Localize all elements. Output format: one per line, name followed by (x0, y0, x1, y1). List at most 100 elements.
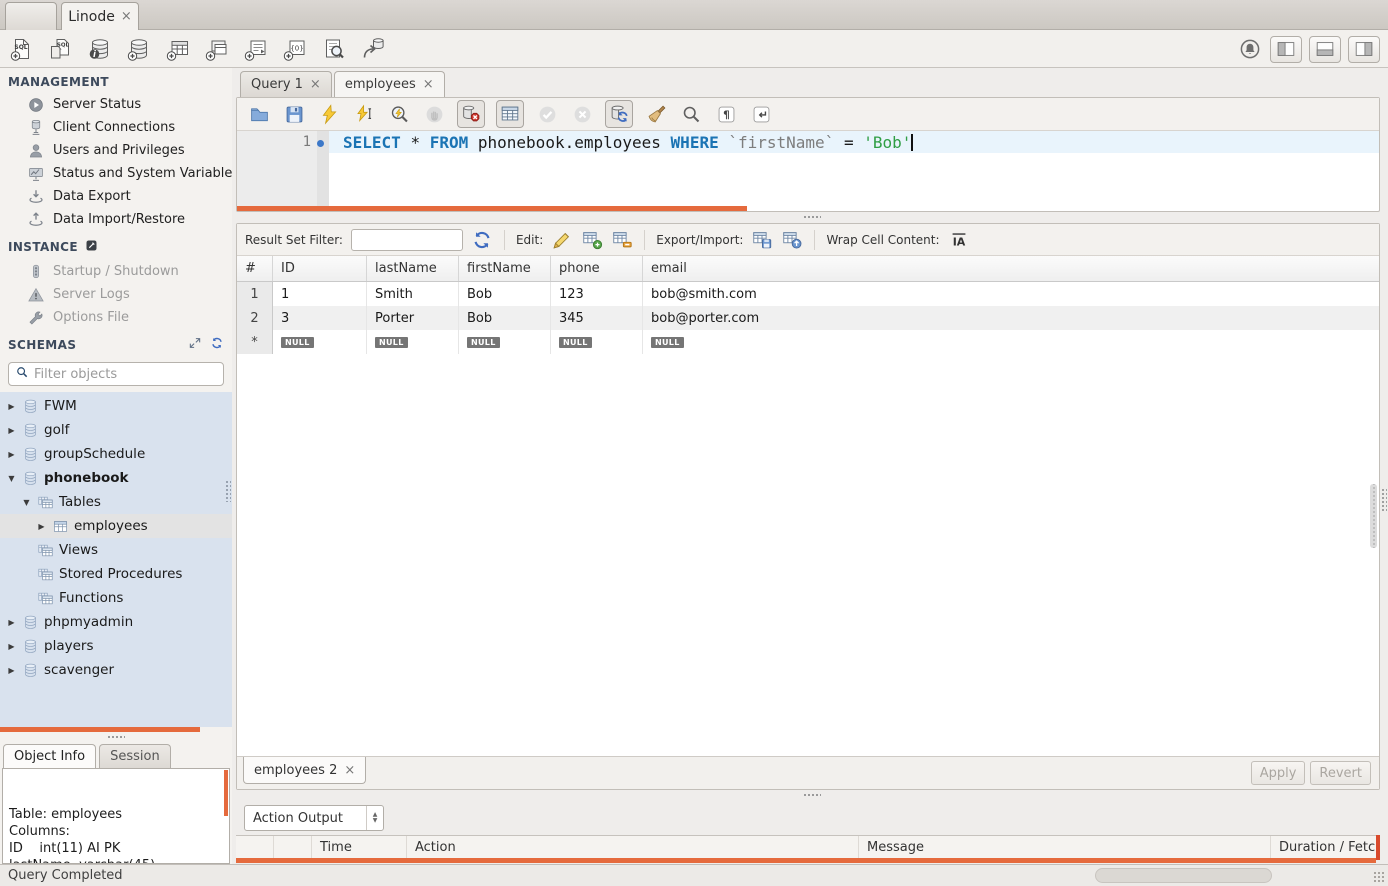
table-cell[interactable]: Smith (367, 282, 459, 306)
tree-arrow-icon[interactable]: ▶ (6, 450, 17, 459)
toggle-stop-on-error-icon[interactable] (457, 100, 485, 128)
sidebar-item-status-and-system-variables[interactable]: Status and System Variables (0, 162, 232, 185)
tab-employees[interactable]: employees × (334, 71, 445, 97)
inspect-database-icon[interactable]: i (87, 36, 113, 62)
tree-arrow-icon[interactable]: ▶ (36, 522, 47, 531)
table-cell[interactable]: 123 (551, 282, 643, 306)
connection-tab[interactable]: Linode × (61, 2, 139, 30)
new-query-tab-icon[interactable]: SQL (9, 36, 35, 62)
toggle-autocommit-icon[interactable] (605, 100, 633, 128)
output-selector[interactable]: Action Output ▲▼ (244, 805, 384, 831)
open-script-icon[interactable] (247, 102, 271, 126)
create-procedure-icon[interactable] (243, 36, 269, 62)
close-icon[interactable]: × (310, 77, 321, 92)
table-cell[interactable]: NULL (459, 330, 551, 354)
column-header-email[interactable]: email (643, 256, 1379, 281)
output-vertical-scrollbar[interactable] (1376, 835, 1380, 860)
open-sql-script-icon[interactable]: SQL (48, 36, 74, 62)
tree-arrow-icon[interactable]: ▶ (6, 426, 17, 435)
tree-item-fwm[interactable]: ▶FWM (0, 394, 232, 418)
sidebar-item-server-status[interactable]: Server Status (0, 93, 232, 116)
output-column-message[interactable]: Message (859, 836, 1271, 858)
sidebar-splitter-grip[interactable] (225, 480, 231, 502)
output-horizontal-scrollbar[interactable] (236, 858, 1376, 863)
editor-horizontal-scrollbar[interactable] (237, 206, 747, 211)
sidebar-item-data-import-restore[interactable]: Data Import/Restore (0, 208, 232, 231)
column-header-phone[interactable]: phone (551, 256, 643, 281)
sql-editor[interactable]: 1 SELECT * FROM phonebook.employees WHER… (237, 131, 1379, 211)
result-filter-input[interactable] (351, 229, 463, 251)
table-cell[interactable]: NULL (643, 330, 1379, 354)
table-cell[interactable]: 345 (551, 306, 643, 330)
output-column-action[interactable]: Action (407, 836, 859, 858)
output-column-blank[interactable] (236, 836, 274, 858)
toggle-wrap-icon[interactable] (749, 102, 773, 126)
table-cell[interactable]: 3 (273, 306, 367, 330)
sync-server-icon[interactable] (360, 36, 386, 62)
table-cell[interactable]: bob@porter.com (643, 306, 1379, 330)
toggle-bottom-panel-icon[interactable] (1309, 36, 1341, 63)
tree-arrow-icon[interactable]: ▼ (6, 474, 17, 483)
sidebar-item-data-export[interactable]: Data Export (0, 185, 232, 208)
execute-current-icon[interactable] (352, 102, 376, 126)
tab-session[interactable]: Session (99, 744, 171, 768)
expand-schemas-icon[interactable] (188, 336, 202, 353)
tree-item-employees[interactable]: ▶employees (0, 514, 232, 538)
show-invisibles-icon[interactable]: ¶ (714, 102, 738, 126)
tree-item-phonebook[interactable]: ▼phonebook (0, 466, 232, 490)
delete-row-icon[interactable] (611, 229, 633, 251)
sidebar-item-users-and-privileges[interactable]: Users and Privileges (0, 139, 232, 162)
tree-item-functions[interactable]: Functions (0, 586, 232, 610)
resize-grip-icon[interactable] (1373, 871, 1385, 883)
tree-arrow-icon[interactable]: ▶ (6, 618, 17, 627)
refresh-results-icon[interactable] (471, 229, 493, 251)
tree-arrow-icon[interactable]: ▶ (6, 402, 17, 411)
execute-icon[interactable] (317, 102, 341, 126)
add-row-icon[interactable] (581, 229, 603, 251)
result-vertical-scrollbar[interactable] (1370, 484, 1377, 548)
limit-rows-icon[interactable] (496, 100, 524, 128)
find-icon[interactable] (679, 102, 703, 126)
sidebar-item-client-connections[interactable]: Client Connections (0, 116, 232, 139)
output-column-blank[interactable] (274, 836, 312, 858)
tree-arrow-icon[interactable]: ▼ (21, 498, 32, 507)
tree-item-groupschedule[interactable]: ▶groupSchedule (0, 442, 232, 466)
editor-result-splitter[interactable] (236, 212, 1388, 223)
column-header-firstName[interactable]: firstName (459, 256, 551, 281)
table-cell[interactable]: 1 (273, 282, 367, 306)
tree-arrow-icon[interactable]: ▶ (6, 642, 17, 651)
right-panel-splitter-grip[interactable] (1381, 488, 1387, 512)
column-header-num[interactable]: # (237, 256, 273, 281)
home-tab[interactable] (5, 2, 57, 30)
object-info-scrollbar[interactable] (224, 770, 228, 816)
table-cell[interactable]: NULL (551, 330, 643, 354)
table-cell[interactable]: NULL (273, 330, 367, 354)
import-records-icon[interactable] (781, 229, 803, 251)
schema-filter-input[interactable] (34, 367, 217, 382)
edit-row-icon[interactable] (551, 229, 573, 251)
tab-query-1[interactable]: Query 1 × (240, 71, 332, 97)
toggle-right-panel-icon[interactable] (1348, 36, 1380, 63)
create-function-icon[interactable]: {0} (282, 36, 308, 62)
table-cell[interactable]: bob@smith.com (643, 282, 1379, 306)
create-schema-icon[interactable] (126, 36, 152, 62)
export-recordset-icon[interactable] (751, 229, 773, 251)
toggle-left-panel-icon[interactable] (1270, 36, 1302, 63)
tree-item-scavenger[interactable]: ▶scavenger (0, 658, 232, 682)
tree-item-tables[interactable]: ▼Tables (0, 490, 232, 514)
column-header-ID[interactable]: ID (273, 256, 367, 281)
column-header-lastName[interactable]: lastName (367, 256, 459, 281)
tree-item-phpmyadmin[interactable]: ▶phpmyadmin (0, 610, 232, 634)
tree-item-players[interactable]: ▶players (0, 634, 232, 658)
close-icon[interactable]: × (423, 77, 434, 92)
output-column-duration-fetch[interactable]: Duration / Fetch (1271, 836, 1380, 858)
save-script-icon[interactable] (282, 102, 306, 126)
beautify-icon[interactable] (644, 102, 668, 126)
close-icon[interactable]: × (344, 763, 355, 778)
explain-icon[interactable] (387, 102, 411, 126)
wrap-cell-content-icon[interactable]: IA (948, 229, 970, 251)
table-cell[interactable]: Porter (367, 306, 459, 330)
bottom-horizontal-scrollbar[interactable] (1095, 868, 1272, 883)
tree-arrow-icon[interactable]: ▶ (6, 666, 17, 675)
create-table-icon[interactable] (165, 36, 191, 62)
